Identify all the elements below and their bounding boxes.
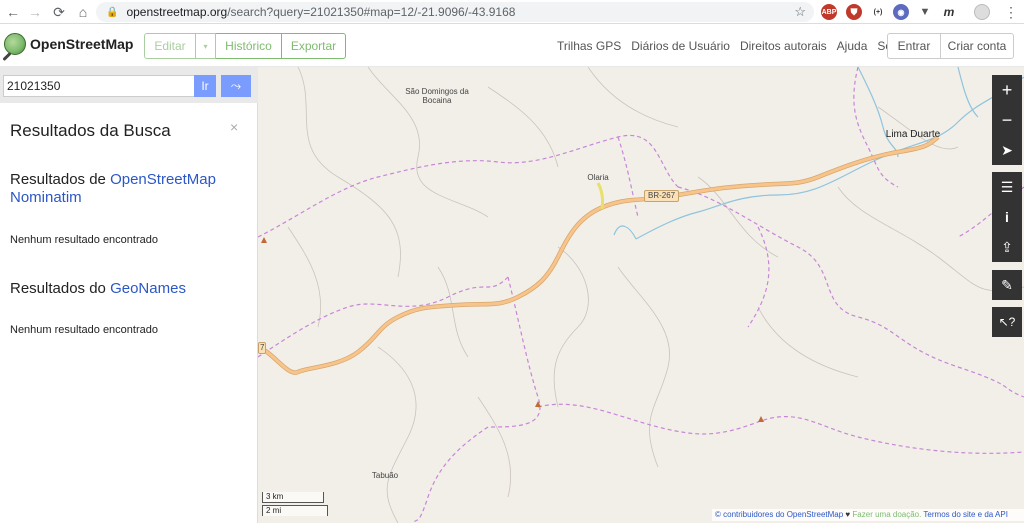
road-shield-partial: 7 [258, 342, 267, 354]
donate-link[interactable]: Fazer uma doação. [852, 510, 921, 519]
edit-button[interactable]: Editar [144, 33, 196, 59]
layers-icon[interactable]: ☰ [992, 172, 1022, 202]
map-attribution: © contribuidores do OpenStreetMap ♥ Faze… [712, 509, 1024, 521]
vuetify-icon[interactable]: ▼ [917, 4, 933, 20]
extension-icon[interactable]: (+) [870, 4, 886, 20]
locate-icon[interactable]: ➤ [992, 135, 1022, 165]
bookmark-star-icon[interactable]: ☆ [794, 4, 806, 20]
home-icon[interactable]: ⌂ [72, 1, 94, 23]
nominatim-section-title: Resultados de OpenStreetMap Nominatim [10, 171, 250, 207]
map-canvas[interactable]: São Domingos da Bocaina Olaria Lima Duar… [258, 67, 1024, 523]
place-lima-duarte[interactable]: Lima Duarte [882, 129, 944, 140]
geonames-section-title: Resultados do GeoNames [10, 280, 250, 298]
back-icon[interactable]: ← [2, 1, 24, 23]
browser-toolbar: ← → ⟳ ⌂ 🔒 openstreetmap.org /search?quer… [0, 0, 1024, 24]
road-shield-br267: BR-267 [644, 190, 680, 202]
extension-circle-icon[interactable]: ◉ [893, 4, 909, 20]
nominatim-prefix: Resultados de [10, 171, 111, 188]
shield-extension-icon[interactable]: ⛊ [846, 4, 862, 20]
menu-kebab-icon[interactable]: ⋮ [1000, 1, 1022, 23]
scale-mi: 2 mi [262, 505, 328, 516]
export-button[interactable]: Exportar [282, 33, 346, 59]
query-features-icon[interactable]: ↖? [992, 307, 1022, 337]
peak-markers [261, 237, 764, 422]
directions-icon[interactable]: ⤳ [221, 75, 251, 97]
m-extension-icon[interactable]: m [941, 4, 957, 20]
copyright-attribution-link[interactable]: © contribuidores do OpenStreetMap [715, 510, 843, 519]
osm-logo[interactable]: OpenStreetMap [4, 33, 133, 55]
place-sao-domingos[interactable]: São Domingos da Bocaina [402, 87, 472, 105]
heart-icon: ♥ [845, 510, 851, 519]
geonames-link[interactable]: GeoNames [110, 280, 186, 297]
zoom-in-button[interactable]: + [992, 75, 1022, 105]
info-icon[interactable]: i [992, 202, 1022, 232]
address-bar[interactable]: 🔒 openstreetmap.org /search?query=210213… [96, 2, 814, 22]
search-input[interactable]: 21021350 [3, 75, 195, 97]
edit-history-export-group: Editar ▾ Histórico Exportar [144, 33, 346, 59]
edit-dropdown-icon[interactable]: ▾ [196, 33, 216, 59]
geonames-empty-text: Nenhum resultado encontrado [10, 324, 158, 336]
top-nav-links: Trilhas GPS Diários de Usuário Direitos … [557, 39, 919, 53]
share-icon[interactable]: ⇪ [992, 232, 1022, 262]
search-sidebar: 21021350 Ir ⤳ Resultados da Busca × Resu… [0, 67, 258, 523]
nominatim-empty-text: Nenhum resultado encontrado [10, 234, 158, 246]
terms-link[interactable]: Termos do site e da API [923, 510, 1008, 519]
place-tabuao[interactable]: Tabuão [370, 471, 400, 480]
url-path: /search?query=21021350#map=12/-21.9096/-… [227, 5, 516, 19]
reload-icon[interactable]: ⟳ [48, 1, 70, 23]
lock-icon: 🔒 [106, 6, 119, 18]
geonames-prefix: Resultados do [10, 280, 111, 297]
results-title: Resultados da Busca [10, 121, 171, 140]
osm-logo-text: OpenStreetMap [30, 36, 134, 52]
close-icon[interactable]: × [230, 119, 238, 135]
history-button[interactable]: Histórico [216, 33, 282, 59]
add-note-icon[interactable]: ✎ [992, 270, 1022, 300]
profile-avatar-icon[interactable] [974, 4, 990, 20]
forward-icon[interactable]: → [24, 1, 46, 23]
adblock-icon[interactable]: ABP [821, 4, 837, 20]
search-go-button[interactable]: Ir [194, 75, 216, 97]
url-host: openstreetmap.org [126, 5, 228, 19]
rivers [613, 67, 1024, 240]
help-link[interactable]: Ajuda [837, 39, 868, 53]
osm-header: OpenStreetMap Editar ▾ Histórico Exporta… [0, 25, 1024, 67]
zoom-out-button[interactable]: − [992, 105, 1022, 135]
signup-button[interactable]: Criar conta [940, 33, 1014, 59]
user-diaries-link[interactable]: Diários de Usuário [631, 39, 730, 53]
scale-km: 3 km [262, 492, 324, 503]
login-button[interactable]: Entrar [887, 33, 941, 59]
gps-traces-link[interactable]: Trilhas GPS [557, 39, 621, 53]
copyright-link[interactable]: Direitos autorais [740, 39, 827, 53]
place-olaria[interactable]: Olaria [586, 173, 610, 182]
search-bar: 21021350 Ir ⤳ [0, 67, 258, 103]
osm-magnifier-icon [4, 33, 26, 55]
